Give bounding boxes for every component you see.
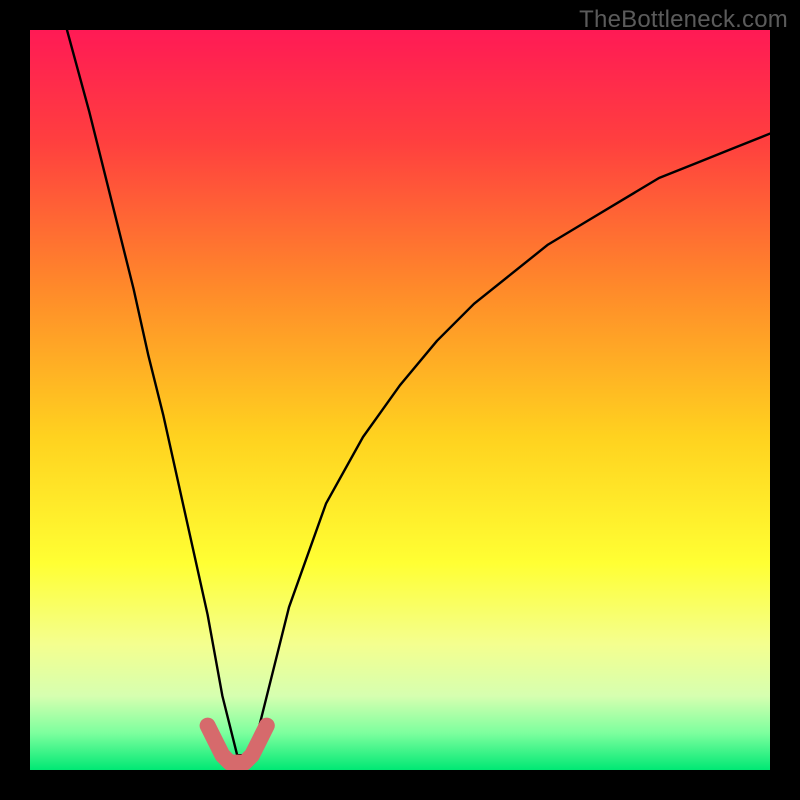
bottleneck-plot (30, 30, 770, 770)
chart-svg (30, 30, 770, 770)
chart-frame: TheBottleneck.com (0, 0, 800, 800)
gradient-background (30, 30, 770, 770)
